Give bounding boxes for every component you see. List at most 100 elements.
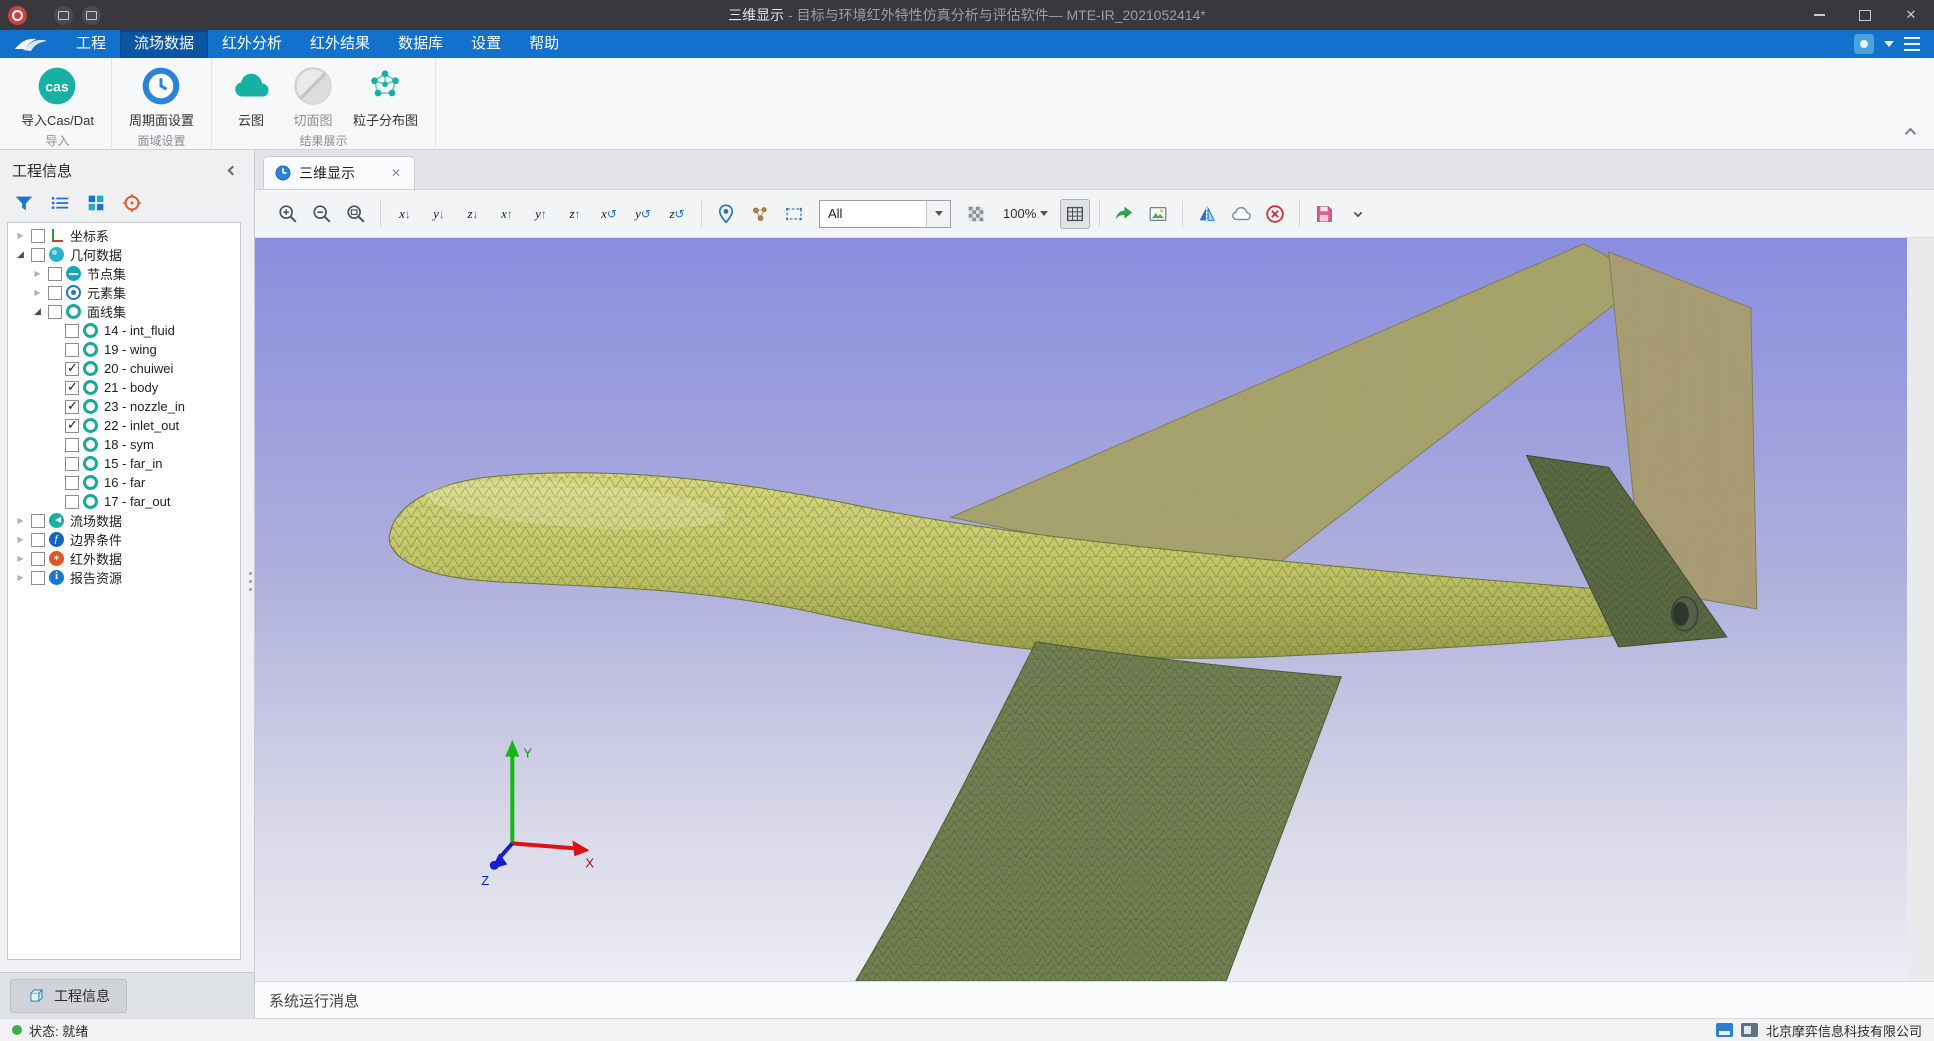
dropdown-icon[interactable]: [1884, 41, 1894, 52]
rotate-y-button[interactable]: y↺: [628, 199, 658, 229]
particle-trace-icon[interactable]: [745, 199, 775, 229]
display-icon[interactable]: [82, 6, 101, 25]
snip-icon[interactable]: [54, 6, 73, 25]
checkbox[interactable]: [65, 324, 79, 338]
expander-icon[interactable]: ▶: [31, 269, 44, 278]
checkbox[interactable]: [65, 381, 79, 395]
checkbox[interactable]: [31, 533, 45, 547]
expander-icon[interactable]: ▶: [14, 554, 27, 563]
view-y-minus-button[interactable]: y↓: [424, 199, 454, 229]
checkbox[interactable]: [31, 514, 45, 528]
zoom-out-icon[interactable]: [307, 199, 337, 229]
tree-item-几何数据[interactable]: ◢ 几何数据: [8, 245, 240, 264]
panel-splitter-handle[interactable]: [249, 582, 253, 586]
filter-icon[interactable]: [12, 191, 36, 215]
rotate-z-button[interactable]: z↺: [662, 199, 692, 229]
view-y-plus-button[interactable]: y↑: [526, 199, 556, 229]
checkbox[interactable]: [65, 495, 79, 509]
transparency-icon[interactable]: [961, 199, 991, 229]
export-icon[interactable]: [1109, 199, 1139, 229]
menu-item-数据库[interactable]: 数据库: [384, 30, 457, 58]
expander-icon[interactable]: ▶: [14, 231, 27, 240]
tree-item-16-far[interactable]: 16 - far: [8, 473, 240, 492]
tab-close-icon[interactable]: [388, 166, 404, 180]
mirror-icon[interactable]: [1192, 199, 1222, 229]
checkbox[interactable]: [31, 248, 45, 262]
menu-item-红外结果[interactable]: 红外结果: [296, 30, 384, 58]
cloud-map-icon[interactable]: [1226, 199, 1256, 229]
checkbox[interactable]: [65, 400, 79, 414]
checkbox[interactable]: [65, 419, 79, 433]
tree-item-坐标系[interactable]: ▶ 坐标系: [8, 226, 240, 245]
tree-item-报告资源[interactable]: ▶ 报告资源: [8, 568, 240, 587]
probe-point-icon[interactable]: [711, 199, 741, 229]
ribbon-collapse-icon[interactable]: [1900, 125, 1918, 139]
status-panel-icon[interactable]: [1741, 1023, 1758, 1037]
save-view-menu-icon[interactable]: [1343, 199, 1373, 229]
zoom-in-icon[interactable]: [273, 199, 303, 229]
close-button[interactable]: [1888, 0, 1934, 30]
expander-icon[interactable]: ▶: [14, 516, 27, 525]
minimize-button[interactable]: [1796, 0, 1842, 30]
tree-item-20-chuiwei[interactable]: 20 - chuiwei: [8, 359, 240, 378]
mesh-grid-toggle[interactable]: [1060, 199, 1090, 229]
checkbox[interactable]: [65, 362, 79, 376]
menu-item-红外分析[interactable]: 红外分析: [208, 30, 296, 58]
checkbox[interactable]: [65, 457, 79, 471]
tree-item-22-inlet_out[interactable]: 22 - inlet_out: [8, 416, 240, 435]
menu-item-帮助[interactable]: 帮助: [515, 30, 573, 58]
combo-dropdown-icon[interactable]: [926, 201, 950, 227]
checkbox[interactable]: [65, 476, 79, 490]
tree-item-流场数据[interactable]: ▶ 流场数据: [8, 511, 240, 530]
save-view-icon[interactable]: [1309, 199, 1339, 229]
tree-item-21-body[interactable]: 21 - body: [8, 378, 240, 397]
tree-item-面线集[interactable]: ◢ 面线集: [8, 302, 240, 321]
display-filter-select[interactable]: All: [819, 200, 951, 228]
checkbox[interactable]: [65, 438, 79, 452]
tab-3d-view[interactable]: 三维显示: [263, 156, 415, 189]
target-icon[interactable]: [120, 191, 144, 215]
tree-item-节点集[interactable]: ▶ 节点集: [8, 264, 240, 283]
cancel-icon[interactable]: [1260, 199, 1290, 229]
checkbox[interactable]: [31, 229, 45, 243]
tree-item-19-wing[interactable]: 19 - wing: [8, 340, 240, 359]
expander-icon[interactable]: ▶: [14, 573, 27, 582]
rotate-x-button[interactable]: x↺: [594, 199, 624, 229]
window-layout-icon[interactable]: [1904, 37, 1920, 51]
tree-item-元素集[interactable]: ▶ 元素集: [8, 283, 240, 302]
view-z-plus-button[interactable]: z↑: [560, 199, 590, 229]
view-x-plus-button[interactable]: x↑: [492, 199, 522, 229]
contour-map-button[interactable]: 云图: [222, 63, 280, 129]
status-display-icon[interactable]: [1716, 1023, 1733, 1037]
appearance-icon[interactable]: [1854, 34, 1874, 54]
menu-item-工程[interactable]: 工程: [62, 30, 120, 58]
tab-project-info[interactable]: 工程信息: [10, 979, 127, 1013]
tree-item-14-int_fluid[interactable]: 14 - int_fluid: [8, 321, 240, 340]
expander-icon[interactable]: ◢: [14, 249, 27, 260]
tree-item-15-far_in[interactable]: 15 - far_in: [8, 454, 240, 473]
particle-distribution-button[interactable]: 粒子分布图: [346, 63, 425, 129]
expander-icon[interactable]: ▶: [14, 535, 27, 544]
checkbox[interactable]: [31, 552, 45, 566]
panel-collapse-button[interactable]: [224, 163, 240, 179]
list-view-icon[interactable]: [48, 191, 72, 215]
tree-item-17-far_out[interactable]: 17 - far_out: [8, 492, 240, 511]
app-logo-icon[interactable]: [8, 6, 27, 25]
expander-icon[interactable]: ▶: [31, 288, 44, 297]
tree-item-边界条件[interactable]: ▶ 边界条件: [8, 530, 240, 549]
periodic-face-settings-button[interactable]: 周期面设置: [122, 63, 201, 129]
maximize-button[interactable]: [1842, 0, 1888, 30]
checkbox[interactable]: [65, 343, 79, 357]
checkbox[interactable]: [48, 305, 62, 319]
screenshot-icon[interactable]: [1143, 199, 1173, 229]
zoom-level-select[interactable]: 100%: [999, 202, 1052, 225]
checkbox[interactable]: [48, 267, 62, 281]
zoom-fit-icon[interactable]: [341, 199, 371, 229]
box-select-icon[interactable]: [779, 199, 809, 229]
import-cas-dat-button[interactable]: 导入Cas/Dat: [14, 63, 101, 129]
checkbox[interactable]: [48, 286, 62, 300]
expander-icon[interactable]: ◢: [31, 306, 44, 317]
menu-item-设置[interactable]: 设置: [457, 30, 515, 58]
grid-view-icon[interactable]: [84, 191, 108, 215]
checkbox[interactable]: [31, 571, 45, 585]
